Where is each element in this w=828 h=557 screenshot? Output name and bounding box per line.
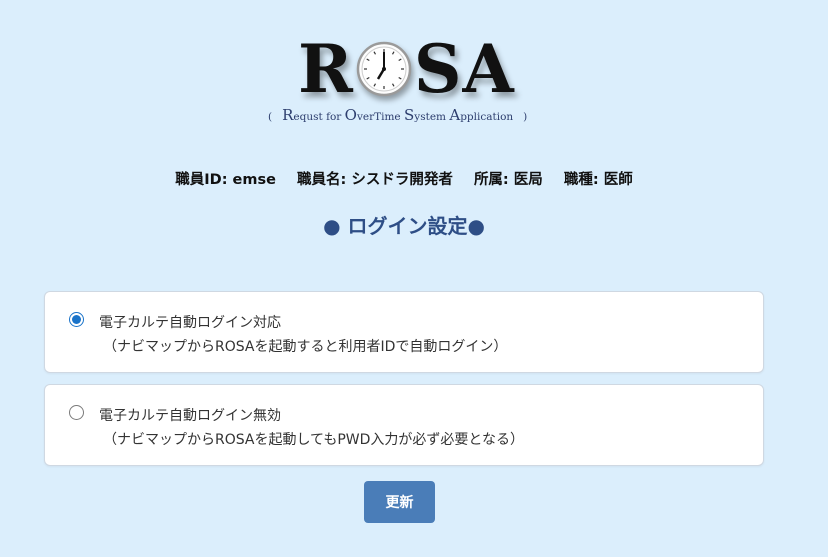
option-title: 電子カルテ自動ログイン無効 bbox=[99, 408, 281, 424]
section-heading: ● ログイン設定● bbox=[323, 214, 485, 238]
logo-letters-sa: SA bbox=[413, 30, 515, 108]
staff-name: 職員名: シスドラ開発者 bbox=[297, 172, 453, 188]
user-info-bar: 職員ID: emse 職員名: シスドラ開発者 所属: 医局 職種: 医師 bbox=[0, 168, 808, 189]
clock-icon bbox=[356, 41, 412, 97]
login-settings-page: R SA ( Requst for OverTime System Applic… bbox=[0, 0, 828, 557]
rosa-logo: R SA bbox=[298, 36, 515, 102]
option-card-auto-login-enabled[interactable]: 電子カルテ自動ログイン対応 （ナビマップからROSAを起動すると利用者IDで自動… bbox=[44, 291, 764, 373]
option-description: （ナビマップからROSAを起動してもPWD入力が必ず必要となる） bbox=[103, 432, 524, 448]
logo-subtitle: ( Requst for OverTime System Application… bbox=[268, 106, 528, 124]
department: 所属: 医局 bbox=[473, 172, 543, 188]
option-card-auto-login-disabled[interactable]: 電子カルテ自動ログイン無効 （ナビマップからROSAを起動してもPWD入力が必ず… bbox=[44, 384, 764, 466]
job-type: 職種: 医師 bbox=[563, 172, 633, 188]
radio-auto-login-enabled[interactable] bbox=[69, 312, 84, 327]
option-title: 電子カルテ自動ログイン対応 bbox=[99, 315, 281, 331]
staff-id: 職員ID: emse bbox=[175, 172, 276, 188]
radio-auto-login-disabled[interactable] bbox=[69, 405, 84, 420]
option-description: （ナビマップからROSAを起動すると利用者IDで自動ログイン） bbox=[103, 339, 508, 355]
update-button[interactable]: 更新 bbox=[364, 481, 435, 523]
logo-letter-r: R bbox=[298, 30, 354, 108]
